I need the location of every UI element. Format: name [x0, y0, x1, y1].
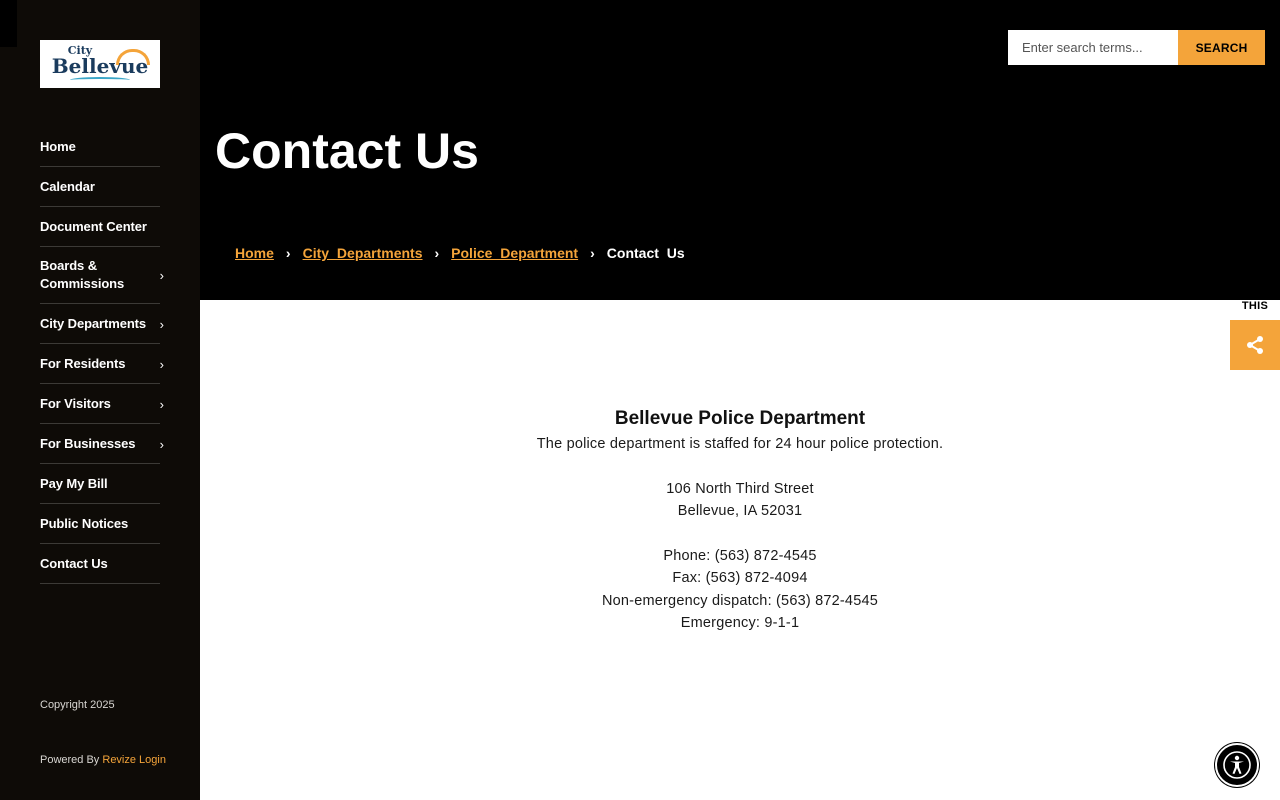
- sidebar-item-label: Home: [40, 139, 76, 154]
- sidebar-item-contact-us[interactable]: Contact Us: [40, 544, 160, 584]
- share-button[interactable]: [1230, 320, 1280, 370]
- sidebar-item-public-notices[interactable]: Public Notices: [40, 504, 160, 544]
- page-title: Contact Us: [215, 123, 479, 179]
- sidebar-nav: Home Calendar Document Center Boards & C…: [40, 127, 164, 584]
- sidebar-item-label: City Departments: [40, 316, 147, 331]
- sidebar-item-city-departments[interactable]: City Departments ›: [40, 304, 164, 344]
- accessibility-icon: [1223, 751, 1251, 779]
- search-button[interactable]: SEARCH: [1178, 30, 1265, 65]
- sidebar: City Bellevue Home Calendar Document Cen…: [0, 0, 200, 800]
- powered-by-prefix: Powered By: [40, 754, 103, 766]
- sidebar-item-for-businesses[interactable]: For Businesses ›: [40, 424, 164, 464]
- revize-login-link[interactable]: Revize Login: [102, 754, 166, 766]
- accessibility-button[interactable]: [1215, 743, 1259, 787]
- chevron-right-icon[interactable]: ›: [160, 317, 164, 332]
- chevron-right-icon[interactable]: ›: [160, 268, 164, 283]
- logo-sun-arc-icon: [116, 49, 150, 65]
- sidebar-item-label: Contact Us: [40, 556, 108, 571]
- city-logo[interactable]: City Bellevue: [40, 40, 160, 88]
- address-line-2: Bellevue, IA 52031: [677, 503, 803, 519]
- dispatch-text: Non-emergency dispatch: (563) 872-4545: [601, 592, 878, 609]
- breadcrumb-separator: ›: [590, 245, 595, 261]
- emergency-text: Emergency: 9-1-1: [680, 615, 800, 631]
- copyright-text: Copyright 2025: [40, 699, 115, 711]
- sidebar-item-label: For Businesses: [40, 436, 136, 451]
- breadcrumb-separator: ›: [285, 245, 291, 261]
- department-intro: The police department is staffed for 24 …: [536, 436, 944, 452]
- sidebar-item-label: Document Center: [40, 219, 147, 234]
- breadcrumb-home-link[interactable]: Home: [235, 245, 274, 261]
- phone-text: Phone: (563) 872-4545: [663, 547, 817, 564]
- sidebar-item-label: Public Notices: [40, 516, 129, 531]
- sidebar-item-label: Boards & Commissions: [40, 258, 125, 291]
- corner-block: [0, 0, 17, 47]
- sidebar-item-boards-commissions[interactable]: Boards & Commissions ›: [40, 247, 164, 304]
- sidebar-item-label: Pay My Bill: [40, 476, 108, 491]
- sidebar-item-label: Calendar: [40, 179, 95, 194]
- breadcrumb-city-departments-link[interactable]: City Departments: [303, 245, 423, 261]
- share-label: THIS: [1241, 300, 1269, 312]
- sidebar-item-pay-my-bill[interactable]: Pay My Bill: [40, 464, 160, 504]
- sidebar-item-calendar[interactable]: Calendar: [40, 167, 160, 207]
- sidebar-item-home[interactable]: Home: [40, 127, 160, 167]
- department-heading: Bellevue Police Department: [614, 408, 866, 429]
- breadcrumb: Home › City Departments › Police Departm…: [235, 245, 685, 261]
- address-line-1: 106 North Third Street: [666, 480, 814, 497]
- search-input[interactable]: Enter search terms...: [1008, 30, 1179, 65]
- sidebar-item-label: For Residents: [40, 356, 126, 371]
- main-content: Bellevue Police Department The police de…: [200, 405, 1280, 635]
- sidebar-item-for-residents[interactable]: For Residents ›: [40, 344, 164, 384]
- breadcrumb-separator: ›: [434, 245, 440, 261]
- share-icon: [1247, 336, 1263, 354]
- sidebar-item-for-visitors[interactable]: For Visitors ›: [40, 384, 164, 424]
- powered-by: Powered By Revize Login: [40, 754, 166, 766]
- chevron-right-icon[interactable]: ›: [160, 437, 164, 452]
- sidebar-item-label: For Visitors: [40, 396, 111, 411]
- chevron-right-icon[interactable]: ›: [160, 397, 164, 412]
- sidebar-item-document-center[interactable]: Document Center: [40, 207, 160, 247]
- chevron-right-icon[interactable]: ›: [160, 357, 164, 372]
- fax-text: Fax: (563) 872-4094: [672, 570, 808, 586]
- breadcrumb-current: Contact Us: [606, 245, 685, 261]
- breadcrumb-police-department-link[interactable]: Police Department: [451, 245, 578, 261]
